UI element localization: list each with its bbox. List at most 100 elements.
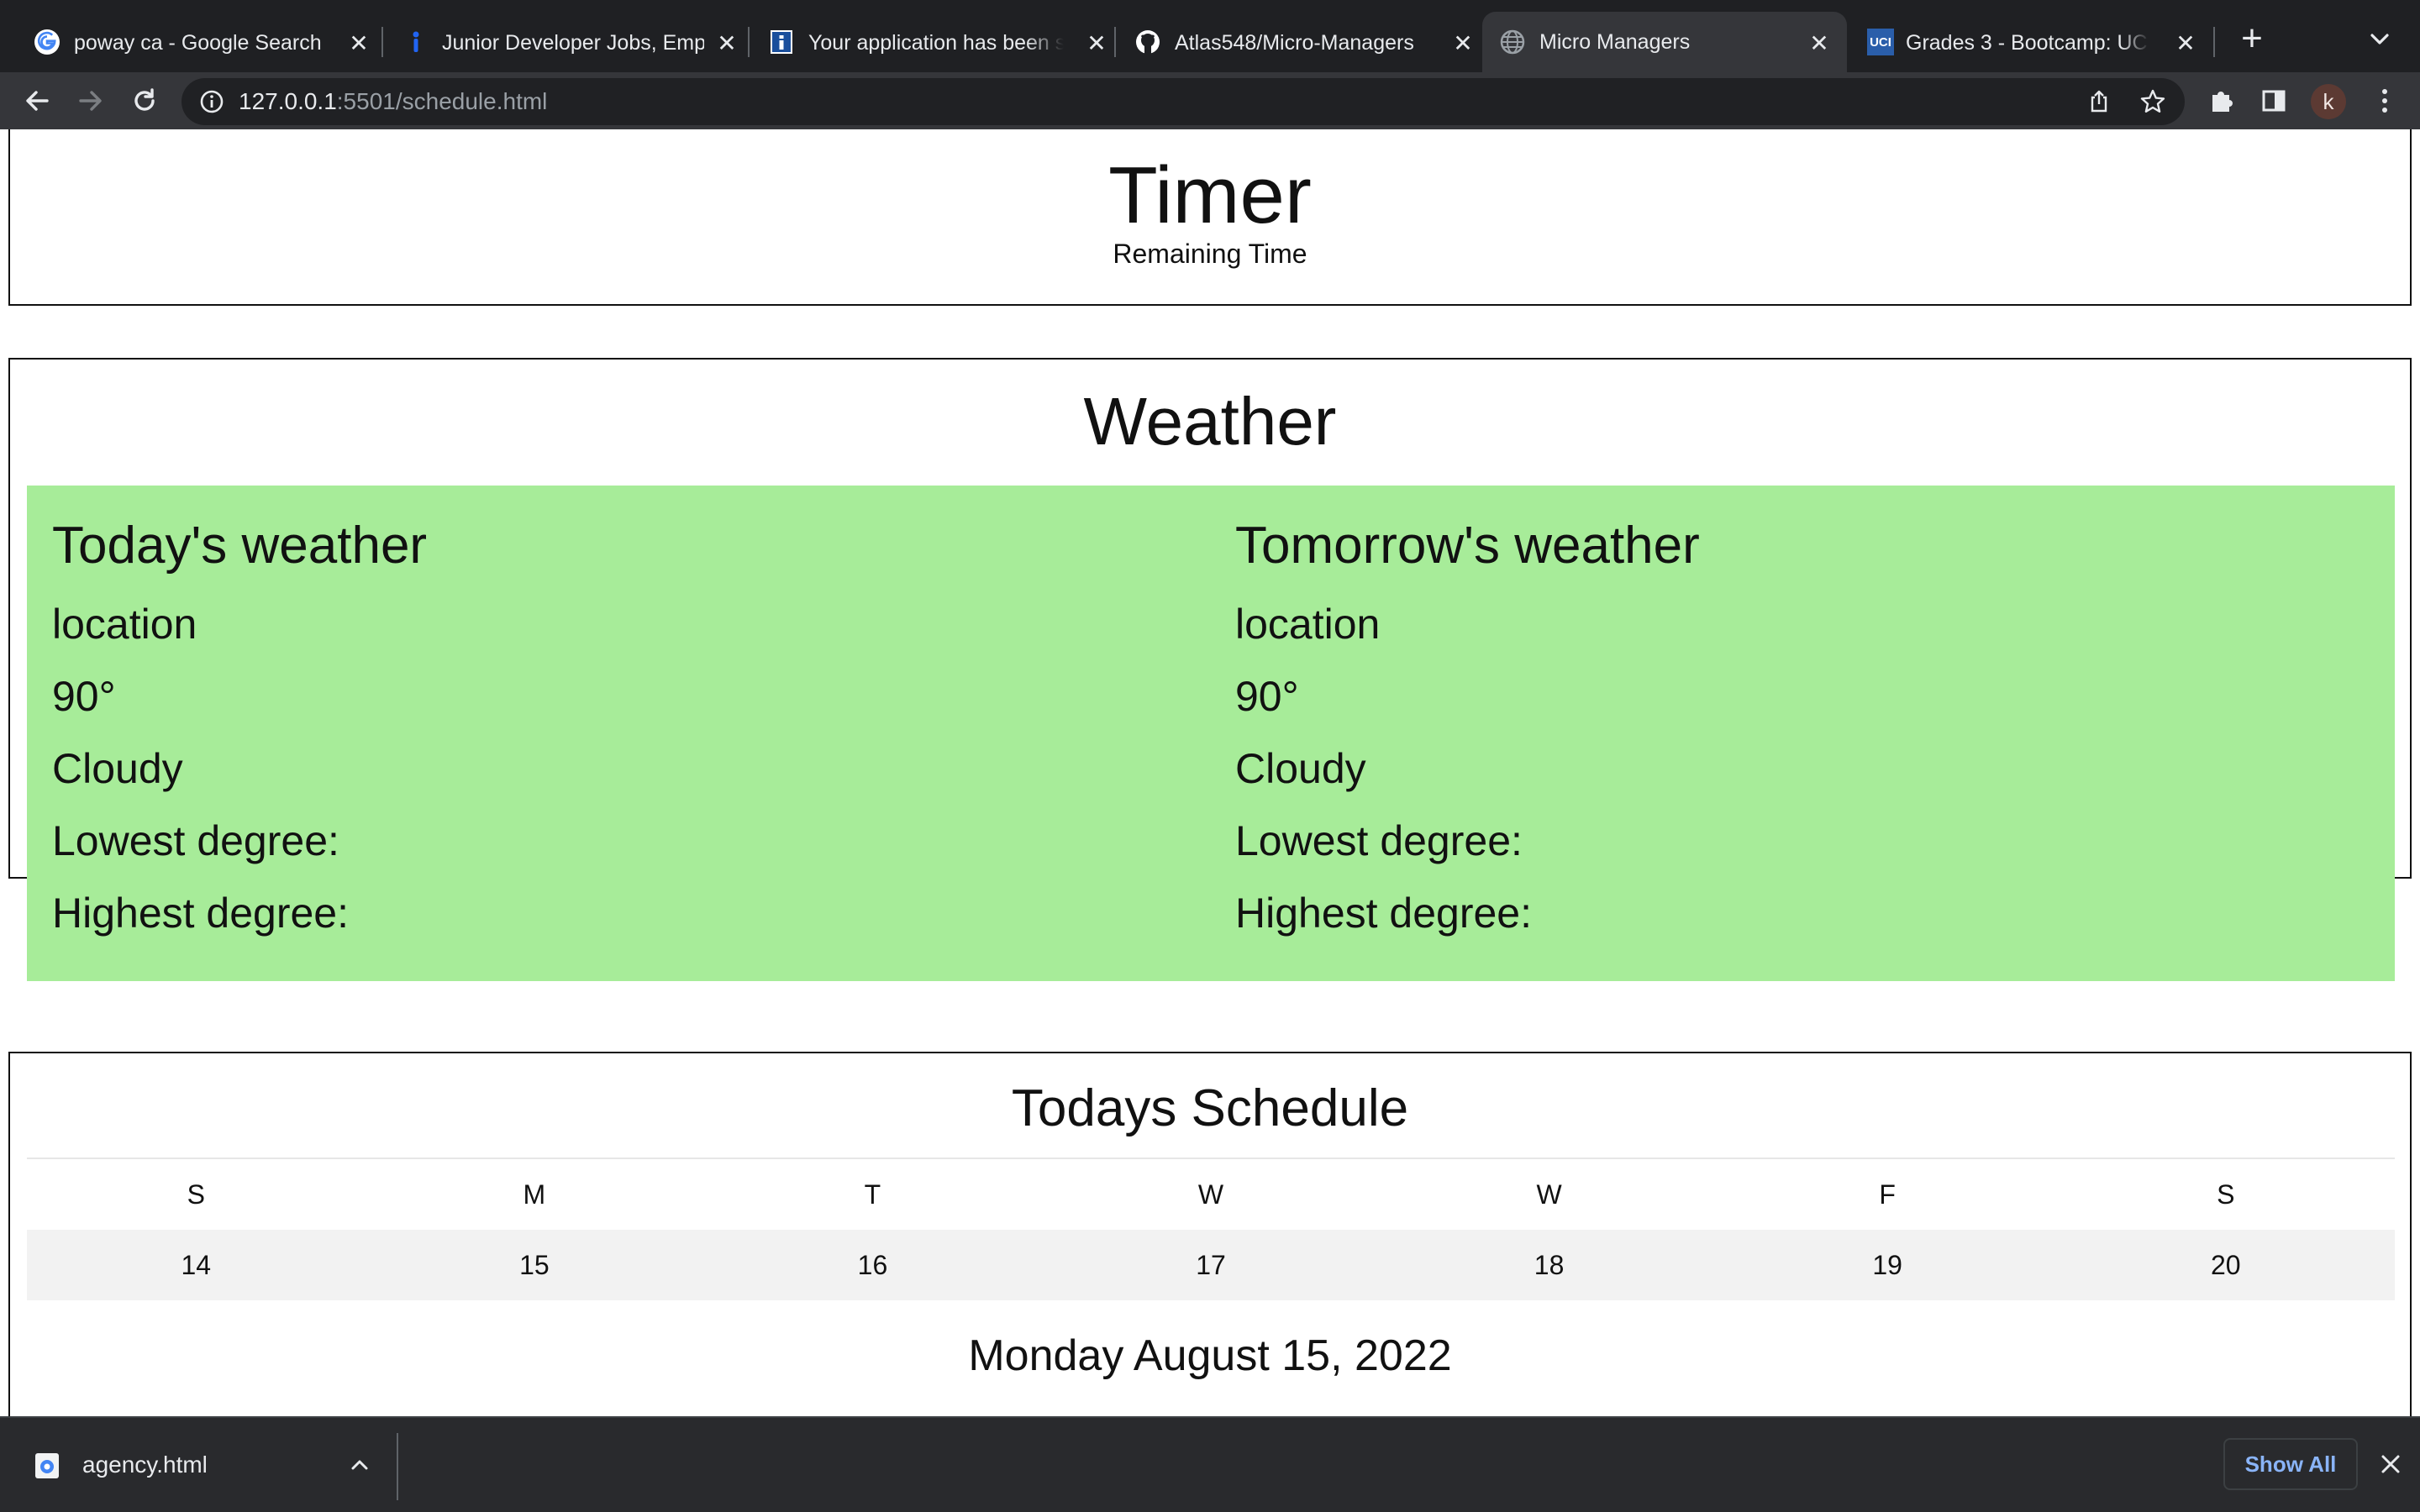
- week-calendar: S M T W W F S 14 15 16 17 18 19 20: [27, 1158, 2395, 1300]
- tab-title: Grades 3 - Bootcamp: UCI-: [1906, 30, 2149, 55]
- url-host: 127.0.0.1: [239, 88, 337, 114]
- close-tab-icon[interactable]: ✕: [2171, 29, 2200, 57]
- site-info-icon[interactable]: [198, 88, 225, 115]
- tab-title: poway ca - Google Search: [74, 30, 322, 55]
- share-button[interactable]: [2084, 87, 2114, 117]
- schedule-title: Todays Schedule: [1011, 1079, 1409, 1137]
- download-item[interactable]: agency.html: [0, 1418, 397, 1512]
- close-icon: [2381, 1455, 2400, 1473]
- bookmark-button[interactable]: [2138, 87, 2168, 117]
- back-arrow-icon: [26, 91, 49, 111]
- tab-micro-managers[interactable]: Micro Managers ✕: [1482, 12, 1847, 72]
- tomorrow-temperature: 90°: [1235, 673, 1299, 720]
- file-icon: [35, 1453, 59, 1478]
- weekday-header: W: [1536, 1179, 1562, 1210]
- calendar-date[interactable]: 17: [1042, 1230, 1381, 1300]
- weather-section: Weather Today's weather location 90° Clo…: [8, 358, 2412, 981]
- tab-title: Micro Managers: [1539, 29, 1691, 54]
- tab-search-chevron-icon[interactable]: [2366, 25, 2393, 52]
- close-tab-icon[interactable]: ✕: [713, 29, 741, 57]
- tab-junior-developer-jobs[interactable]: Junior Developer Jobs, Emp ✕: [385, 13, 746, 72]
- calendar-date[interactable]: 14: [27, 1230, 366, 1300]
- close-tab-icon[interactable]: ✕: [1449, 29, 1477, 57]
- new-tab-button[interactable]: +: [2233, 20, 2270, 57]
- schedule-section: Todays Schedule S M T W W F S 14 15 16 1…: [8, 1052, 2412, 1416]
- tab-title: Your application has been s: [808, 30, 1064, 55]
- uci-icon: UCI: [1867, 29, 1894, 55]
- forward-arrow-icon: [79, 91, 102, 111]
- forward-button[interactable]: [71, 81, 111, 121]
- info-icon: [771, 30, 792, 54]
- current-date: Monday August 15, 2022: [968, 1331, 1452, 1380]
- extensions-button[interactable]: [2205, 84, 2238, 118]
- tomorrow-weather: Tomorrow's weather location 90° Cloudy L…: [1235, 486, 2419, 981]
- weekday-row: S M T W W F S: [27, 1159, 2395, 1230]
- tab-application-submitted[interactable]: Your application has been s ✕: [751, 13, 1114, 72]
- close-tab-icon[interactable]: ✕: [345, 29, 373, 57]
- reload-button[interactable]: [124, 81, 165, 121]
- tab-strip: poway ca - Google Search ✕ Junior Develo…: [0, 0, 2420, 72]
- chrome-file-icon: [40, 1460, 54, 1473]
- today-weather: Today's weather location 90° Cloudy Lowe…: [52, 486, 1236, 981]
- today-condition: Cloudy: [52, 745, 183, 792]
- address-bar[interactable]: 127.0.0.1:5501/schedule.html: [182, 78, 2185, 125]
- weekday-header: S: [187, 1179, 205, 1210]
- calendar-date[interactable]: 19: [1718, 1230, 2057, 1300]
- tomorrow-condition: Cloudy: [1235, 745, 1366, 792]
- browser-toolbar: 127.0.0.1:5501/schedule.html k: [0, 72, 2420, 129]
- today-temperature: 90°: [52, 673, 116, 720]
- puzzle-icon: [2212, 92, 2233, 112]
- tab-github-repo[interactable]: Atlas548/Micro-Managers ✕: [1118, 13, 1481, 72]
- today-weather-heading: Today's weather: [52, 517, 428, 575]
- indeed-icon: [413, 31, 419, 52]
- google-icon: [34, 29, 60, 55]
- tab-title: Atlas548/Micro-Managers: [1175, 30, 1414, 55]
- weekday-header: T: [864, 1179, 881, 1210]
- browser-menu-button[interactable]: [2368, 84, 2402, 118]
- side-panel-icon: [2262, 90, 2286, 112]
- kebab-menu-icon: [2382, 89, 2387, 113]
- weather-card: Today's weather location 90° Cloudy Lowe…: [27, 486, 2395, 981]
- calendar-date[interactable]: 20: [2056, 1230, 2395, 1300]
- star-icon: [2140, 89, 2165, 113]
- download-shelf: agency.html Show All: [0, 1416, 2420, 1512]
- tomorrow-location: location: [1235, 601, 1381, 648]
- calendar-date[interactable]: 18: [1380, 1230, 1718, 1300]
- tomorrow-lowest-degree: Lowest degree:: [1235, 817, 1523, 864]
- back-button[interactable]: [17, 81, 57, 121]
- close-tab-icon[interactable]: ✕: [1805, 29, 1833, 57]
- calendar-date[interactable]: 16: [703, 1230, 1042, 1300]
- side-panel-button[interactable]: [2257, 84, 2291, 118]
- tab-grades-bootcamp[interactable]: UCI Grades 3 - Bootcamp: UCI- ✕: [1849, 13, 2212, 72]
- remaining-time-label: Remaining Time: [1113, 239, 1307, 269]
- tab-divider: [2213, 27, 2215, 57]
- profile-avatar[interactable]: k: [2311, 84, 2346, 119]
- tab-google-search[interactable]: poway ca - Google Search ✕: [17, 13, 378, 72]
- weather-title: Weather: [1083, 384, 1337, 459]
- github-icon: [1136, 30, 1160, 54]
- tab-divider: [748, 27, 750, 57]
- url-path: :5501/schedule.html: [336, 88, 548, 114]
- share-icon: [2091, 90, 2107, 113]
- weekday-header: M: [523, 1179, 546, 1210]
- weekday-header: S: [2217, 1179, 2235, 1210]
- calendar-date[interactable]: 15: [366, 1230, 704, 1300]
- today-highest-degree: Highest degree:: [52, 890, 350, 937]
- tomorrow-weather-heading: Tomorrow's weather: [1235, 517, 1700, 575]
- chevron-up-icon[interactable]: [346, 1452, 373, 1478]
- close-shelf-button[interactable]: [2375, 1448, 2407, 1480]
- globe-icon: [1500, 29, 1525, 55]
- date-row: 14 15 16 17 18 19 20: [27, 1230, 2395, 1300]
- today-location: location: [52, 601, 197, 648]
- timer-title: Timer: [1108, 150, 1312, 240]
- download-file-name: agency.html: [82, 1452, 208, 1478]
- tab-divider: [1114, 27, 1116, 57]
- timer-section: Timer Remaining Time: [8, 129, 2412, 306]
- shelf-divider: [397, 1433, 398, 1500]
- today-lowest-degree: Lowest degree:: [52, 817, 339, 864]
- show-all-button[interactable]: Show All: [2223, 1438, 2358, 1490]
- page-viewport[interactable]: Timer Remaining Time Weather Today's wea…: [0, 129, 2420, 1416]
- reload-icon: [134, 88, 155, 111]
- close-tab-icon[interactable]: ✕: [1082, 29, 1111, 57]
- weekday-header: F: [1879, 1179, 1896, 1210]
